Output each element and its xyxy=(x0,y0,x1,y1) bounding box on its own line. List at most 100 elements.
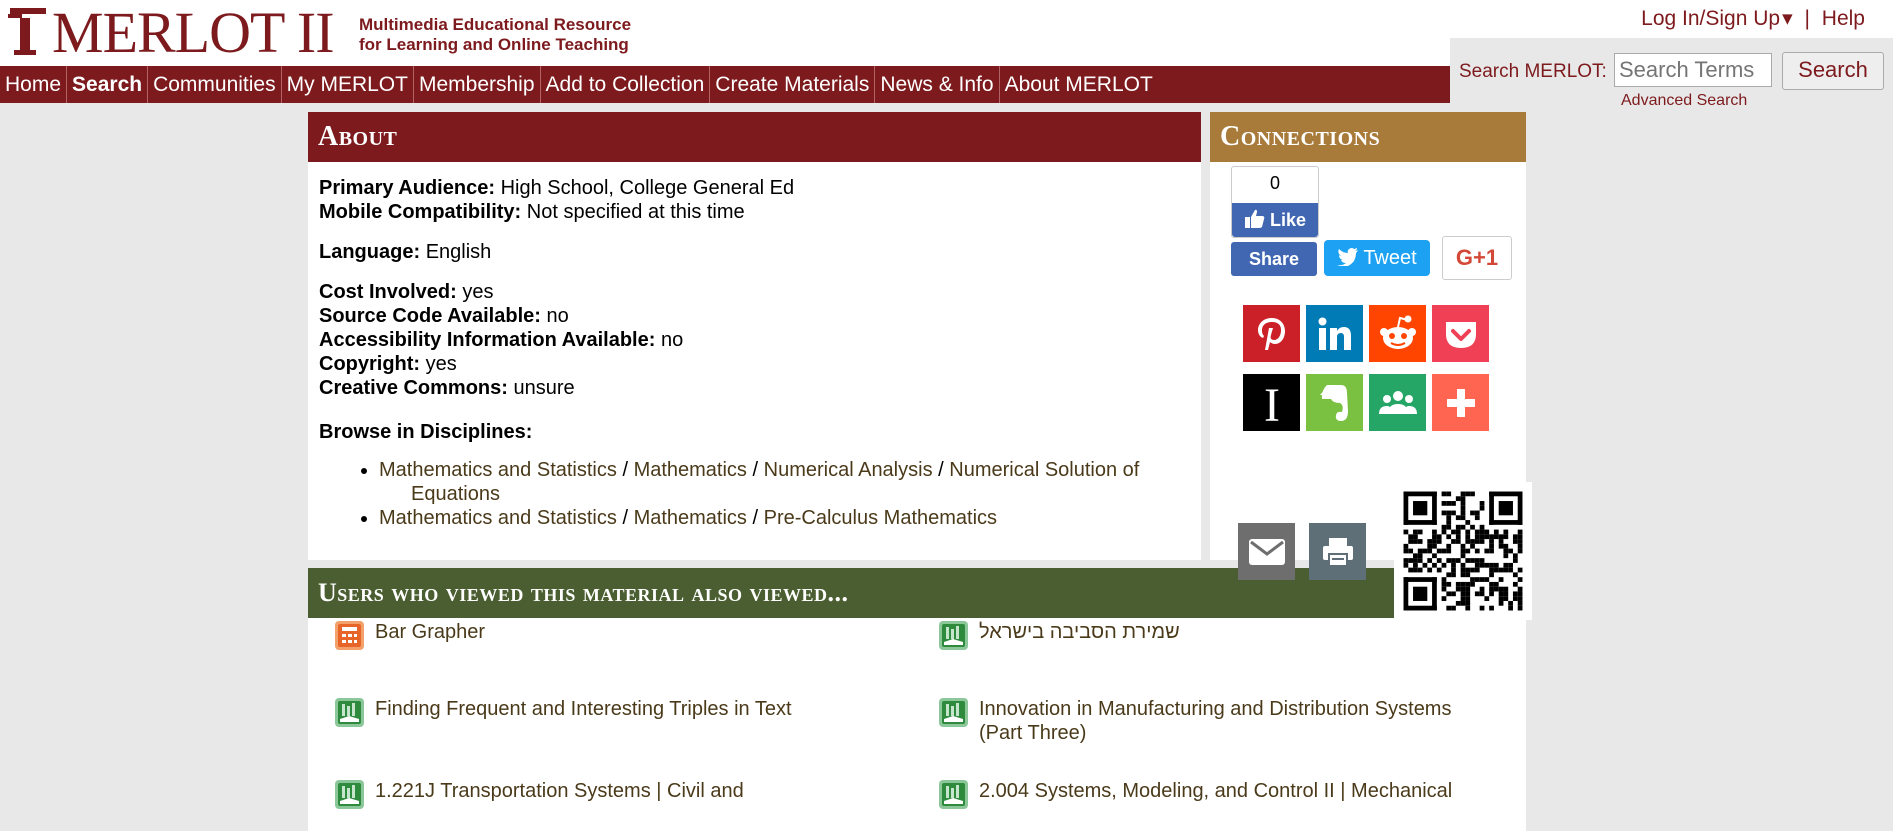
cost-label: Cost Involved: xyxy=(319,281,457,303)
evernote-icon[interactable] xyxy=(1306,374,1363,431)
main-nav: Home Search Communities My MERLOT Member… xyxy=(0,66,1450,103)
reddit-icon[interactable] xyxy=(1369,305,1426,362)
also-viewed-link[interactable]: Finding Frequent and Interesting Triples… xyxy=(375,697,792,728)
tagline: Multimedia Educational Resource for Lear… xyxy=(359,15,631,55)
search-button[interactable]: Search xyxy=(1782,52,1884,90)
search-input[interactable] xyxy=(1614,53,1772,87)
list-item: Finding Frequent and Interesting Triples… xyxy=(334,697,894,728)
primary-audience-label: Primary Audience: xyxy=(319,177,495,199)
nav-membership[interactable]: Membership xyxy=(414,66,541,103)
nav-search[interactable]: Search xyxy=(67,66,149,103)
calculator-icon xyxy=(335,621,364,650)
caret-down-icon: ▾ xyxy=(1782,7,1793,30)
search-area: Search MERLOT: Search Advanced Search xyxy=(1450,38,1893,114)
merlot-logo[interactable]: MERLOT II xyxy=(6,0,335,65)
like-label: Like xyxy=(1269,210,1307,230)
list-item: Bar Grapher xyxy=(334,620,894,651)
about-panel: About Primary Audience: High School, Col… xyxy=(308,112,1201,560)
about-details: Primary Audience: High School, College G… xyxy=(308,162,1201,544)
cost-value: yes xyxy=(462,281,494,303)
account-links: Log In/Sign Up▾ | Help xyxy=(1629,6,1865,31)
access-value: no xyxy=(660,329,684,351)
discipline-link[interactable]: Numerical Solution of xyxy=(949,459,1139,481)
also-viewed-link[interactable]: Innovation in Manufacturing and Distribu… xyxy=(979,697,1498,745)
login-link[interactable]: Log In/Sign Up▾ xyxy=(1635,7,1792,30)
mobile-compatibility: Mobile Compatibility: Not specified at t… xyxy=(319,200,1190,224)
discipline-link[interactable]: Mathematics and Statistics xyxy=(379,507,617,529)
copyright-value: yes xyxy=(425,353,457,375)
thumbs-up-icon xyxy=(1244,209,1265,228)
also-viewed-link[interactable]: 2.004 Systems, Modeling, and Control II … xyxy=(979,779,1452,810)
also-viewed-link[interactable]: שמירת הסביבה בישראל xyxy=(979,620,1180,651)
email-icon[interactable] xyxy=(1238,523,1295,580)
facebook-like-widget[interactable]: 0 Like xyxy=(1231,166,1319,238)
tagline-line-1: Multimedia Educational Resource xyxy=(359,15,632,34)
share-services: I xyxy=(1243,305,1489,431)
tweet-label: Tweet xyxy=(1363,247,1417,269)
facebook-like-button[interactable]: Like xyxy=(1232,203,1318,237)
copyright-label: Copyright: xyxy=(319,353,421,375)
reference-material-icon xyxy=(335,780,364,809)
more-share-icon[interactable] xyxy=(1432,374,1489,431)
discipline-link[interactable]: Numerical Analysis xyxy=(764,459,933,481)
also-viewed-panel: Users who viewed this material also view… xyxy=(308,568,1526,831)
about-heading: About xyxy=(308,112,1201,162)
nav-my-merlot[interactable]: My MERLOT xyxy=(282,66,414,103)
discipline-link[interactable]: Mathematics xyxy=(634,459,747,481)
path-separator: / xyxy=(752,459,759,481)
language: Language: English xyxy=(319,240,1190,264)
google-classroom-icon[interactable] xyxy=(1369,374,1426,431)
separator: | xyxy=(1804,7,1810,30)
nav-create-materials[interactable]: Create Materials xyxy=(710,66,876,103)
facebook-share-button[interactable]: Share xyxy=(1231,242,1317,276)
path-separator: / xyxy=(622,507,628,529)
merlot-column-icon xyxy=(6,4,50,56)
source-label: Source Code Available: xyxy=(319,305,541,327)
google-plus-button[interactable]: G+1 xyxy=(1442,236,1512,280)
svg-text:I: I xyxy=(1264,379,1280,427)
path-separator: / xyxy=(752,507,759,529)
primary-audience-value: High School, College General Ed xyxy=(500,177,795,199)
reference-material-icon xyxy=(939,698,968,727)
access-label: Accessibility Information Available: xyxy=(319,329,656,351)
nav-communities[interactable]: Communities xyxy=(148,66,282,103)
help-link[interactable]: Help xyxy=(1822,7,1865,30)
discipline-link[interactable]: Mathematics xyxy=(634,507,747,529)
pocket-icon[interactable] xyxy=(1432,305,1489,362)
logo-text: MERLOT II xyxy=(52,0,335,65)
discipline-link[interactable]: Equations xyxy=(411,483,500,505)
linkedin-icon[interactable] xyxy=(1306,305,1363,362)
mobile-value: Not specified at this time xyxy=(526,201,745,223)
list-item: 1.221J Transportation Systems | Civil an… xyxy=(334,779,894,810)
also-viewed-link[interactable]: 1.221J Transportation Systems | Civil an… xyxy=(375,779,744,810)
twitter-bird-icon xyxy=(1337,248,1359,267)
tagline-line-2: for Learning and Online Teaching xyxy=(359,35,629,54)
print-icon[interactable] xyxy=(1309,523,1366,580)
cost-involved: Cost Involved: yes xyxy=(319,280,1190,304)
advanced-search-link[interactable]: Advanced Search xyxy=(1621,92,1747,110)
qr-code xyxy=(1394,482,1532,620)
copyright: Copyright: yes xyxy=(319,352,1190,376)
source-value: no xyxy=(546,305,569,327)
language-label: Language: xyxy=(319,241,421,263)
creative-commons: Creative Commons: unsure xyxy=(319,376,1190,400)
nav-home[interactable]: Home xyxy=(0,66,68,103)
nav-add-to-collection[interactable]: Add to Collection xyxy=(541,66,711,103)
list-item: 2.004 Systems, Modeling, and Control II … xyxy=(938,779,1498,810)
pinterest-icon[interactable] xyxy=(1243,305,1300,362)
instapaper-icon[interactable]: I xyxy=(1243,374,1300,431)
cc-label: Creative Commons: xyxy=(319,377,508,399)
discipline-link[interactable]: Mathematics and Statistics xyxy=(379,459,617,481)
discipline-path: Mathematics and Statistics / Mathematics… xyxy=(379,458,1190,506)
mobile-label: Mobile Compatibility: xyxy=(319,201,522,223)
path-separator: / xyxy=(622,459,628,481)
also-viewed-link[interactable]: Bar Grapher xyxy=(375,620,485,651)
tweet-button[interactable]: Tweet xyxy=(1324,240,1430,276)
nav-about-merlot[interactable]: About MERLOT xyxy=(1000,66,1158,103)
discipline-link[interactable]: Pre-Calculus Mathematics xyxy=(764,507,997,529)
share-actions xyxy=(1238,523,1366,580)
browse-label: Browse in Disciplines: xyxy=(319,421,533,443)
nav-news-info[interactable]: News & Info xyxy=(875,66,1000,103)
connections-heading: Connections xyxy=(1210,112,1526,162)
reference-material-icon xyxy=(335,698,364,727)
